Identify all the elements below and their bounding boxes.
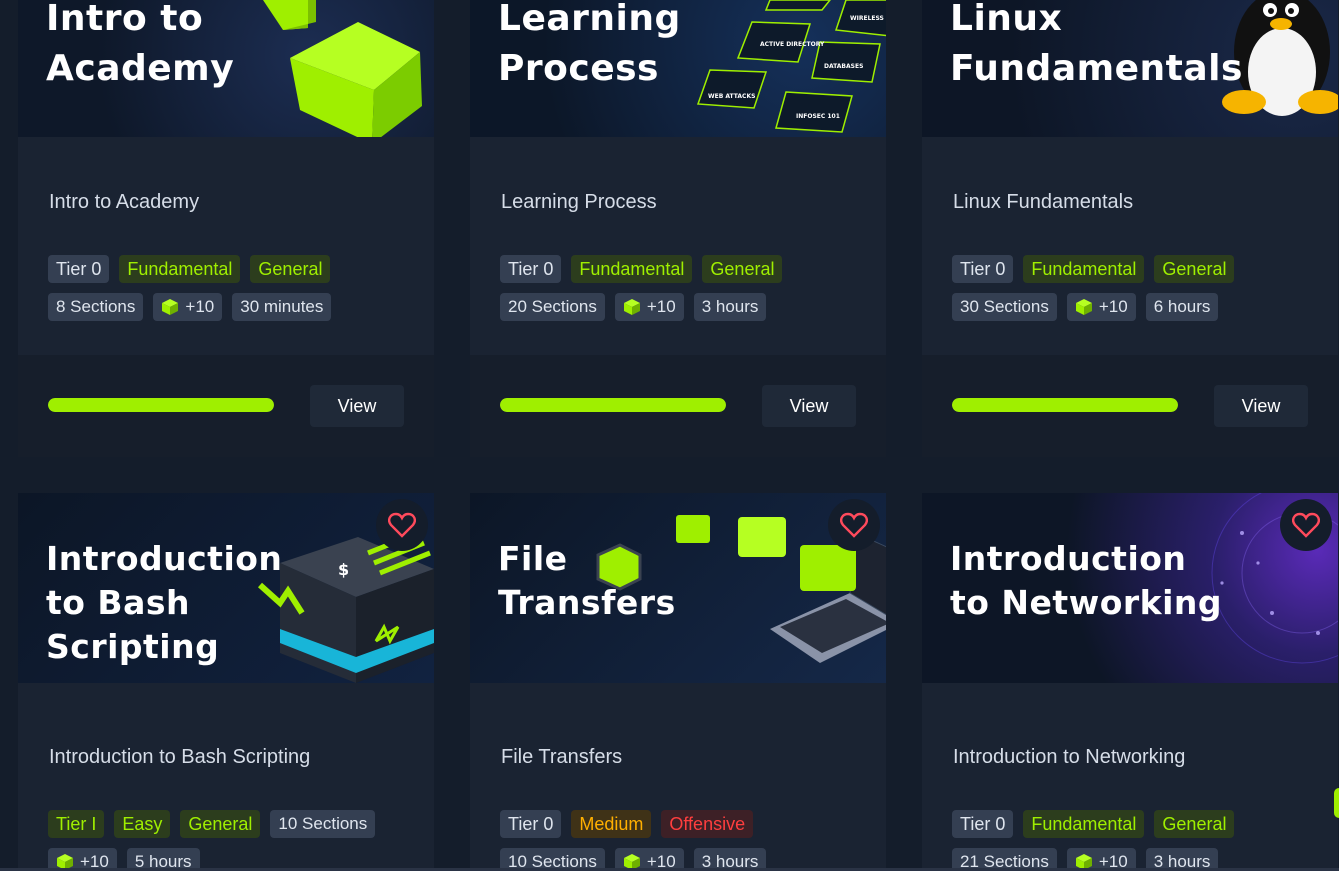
progress-bar — [48, 398, 274, 412]
tag-row: Tier I Easy General 10 Sections — [48, 810, 376, 838]
meta-row: 8 Sections +10 30 minutes — [48, 293, 332, 321]
difficulty-tag: Fundamental — [1023, 255, 1145, 283]
tag-row: Tier 0 Fundamental General — [952, 255, 1235, 283]
duration: 30 minutes — [232, 293, 332, 321]
tier-tag: Tier 0 — [952, 255, 1014, 283]
tag-row: Tier 0 Fundamental General — [48, 255, 331, 283]
view-button[interactable]: View — [310, 385, 404, 427]
banner-title: Linux Fundamentals — [950, 0, 1243, 89]
progress-bar — [500, 398, 726, 412]
banner-title: Introduction to Bash Scripting — [46, 539, 283, 666]
card-footer: View — [922, 355, 1338, 457]
favorite-button[interactable] — [1280, 499, 1332, 551]
sections-count: 20 Sections — [500, 293, 605, 321]
sections-count: 30 Sections — [952, 293, 1057, 321]
heart-icon — [840, 512, 868, 538]
tier-tag: Tier 0 — [500, 810, 562, 838]
banner-title: Learning Process — [498, 0, 681, 89]
module-title[interactable]: File Transfers — [501, 746, 622, 769]
module-title[interactable]: Intro to Academy — [49, 191, 199, 214]
category-tag: General — [180, 810, 261, 838]
cubes-value: +10 — [1098, 297, 1128, 316]
dollar-glyph: $ — [338, 560, 349, 579]
view-button[interactable]: View — [1214, 385, 1308, 427]
category-tag: Offensive — [661, 810, 754, 838]
cubes-value: +10 — [185, 297, 215, 316]
banner-title: Intro to Academy — [46, 0, 235, 89]
module-banner: Introduction to Networking — [922, 493, 1338, 683]
module-card-intro-to-bash-scripting[interactable]: $ Introduction to Bash Scripting Introdu… — [18, 493, 434, 871]
progress-fill — [500, 398, 726, 412]
scroll-indicator[interactable] — [1334, 788, 1339, 818]
cube-icon — [162, 299, 179, 315]
favorite-button[interactable] — [828, 499, 880, 551]
difficulty-tag: Fundamental — [571, 255, 693, 283]
progress-fill — [952, 398, 1178, 412]
tag-row: Tier 0 Fundamental General — [952, 810, 1235, 838]
module-card-file-transfers[interactable]: File Transfers File Transfers Tier 0 Med… — [470, 493, 886, 871]
module-title[interactable]: Introduction to Networking — [953, 746, 1185, 769]
tag-row: Tier 0 Medium Offensive — [500, 810, 754, 838]
cubes-value: +10 — [646, 297, 676, 316]
module-card-linux-fundamentals[interactable]: Linux Fundamentals Linux Fundamentals Ti… — [922, 0, 1338, 457]
tile-label: DATABASES — [824, 63, 863, 70]
tier-tag: Tier 0 — [48, 255, 110, 283]
category-tag: General — [1154, 255, 1235, 283]
progress-fill — [48, 398, 274, 412]
category-tag: General — [702, 255, 783, 283]
meta-row: 30 Sections +10 6 hours — [952, 293, 1219, 321]
module-card-intro-to-networking[interactable]: Introduction to Networking Introduction … — [922, 493, 1338, 871]
favorite-button[interactable] — [376, 499, 428, 551]
module-banner: WIRELESS ACTIVE DIRECTORY DATABASES WEB … — [470, 0, 886, 137]
difficulty-tag: Medium — [571, 810, 652, 838]
tile-label: WEB ATTACKS — [708, 93, 755, 100]
tile-label: ACTIVE DIRECTORY — [760, 41, 825, 48]
module-banner: File Transfers — [470, 493, 886, 683]
module-title[interactable]: Learning Process — [501, 191, 657, 214]
sections-count: 8 Sections — [48, 293, 144, 321]
module-title[interactable]: Introduction to Bash Scripting — [49, 746, 310, 769]
difficulty-tag: Fundamental — [119, 255, 241, 283]
category-tag: General — [1154, 810, 1235, 838]
heart-icon — [1292, 512, 1320, 538]
difficulty-tag: Easy — [114, 810, 171, 838]
module-card-intro-to-academy[interactable]: Intro to Academy Intro to Academy Tier 0… — [18, 0, 434, 457]
cubes-reward: +10 — [153, 293, 223, 321]
tier-tag: Tier 0 — [500, 255, 562, 283]
card-footer: View — [470, 355, 886, 457]
cube-icon — [623, 299, 640, 315]
view-button[interactable]: View — [762, 385, 856, 427]
module-banner: Intro to Academy — [18, 0, 434, 137]
meta-row: 20 Sections +10 3 hours — [500, 293, 767, 321]
difficulty-tag: Fundamental — [1023, 810, 1145, 838]
tier-tag: Tier 0 — [952, 810, 1014, 838]
banner-title: Introduction to Networking — [950, 539, 1223, 622]
cubes-reward: +10 — [614, 293, 684, 321]
module-banner: $ Introduction to Bash Scripting — [18, 493, 434, 683]
duration: 3 hours — [693, 293, 767, 321]
duration: 6 hours — [1145, 293, 1219, 321]
cubes-reward: +10 — [1066, 293, 1136, 321]
banner-title: File Transfers — [498, 539, 676, 622]
heart-icon — [388, 512, 416, 538]
tile-label: WIRELESS — [850, 15, 884, 22]
cube-icon — [1075, 299, 1092, 315]
sections-count: 10 Sections — [270, 810, 376, 838]
module-title[interactable]: Linux Fundamentals — [953, 191, 1133, 214]
card-footer: View — [18, 355, 434, 457]
module-banner: Linux Fundamentals — [922, 0, 1338, 137]
tile-label: INFOSEC 101 — [796, 113, 840, 120]
category-tag: General — [250, 255, 331, 283]
tag-row: Tier 0 Fundamental General — [500, 255, 783, 283]
tier-tag: Tier I — [48, 810, 105, 838]
module-card-learning-process[interactable]: WIRELESS ACTIVE DIRECTORY DATABASES WEB … — [470, 0, 886, 457]
progress-bar — [952, 398, 1178, 412]
